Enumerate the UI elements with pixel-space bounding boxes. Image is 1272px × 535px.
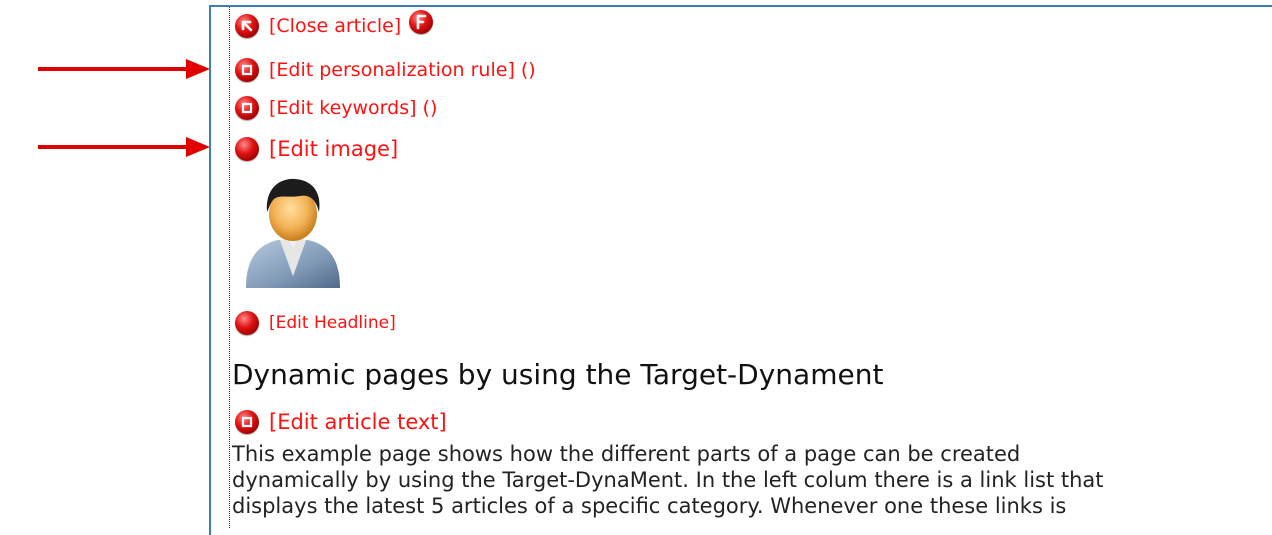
edit-keywords-row: [Edit keywords] () [235, 96, 437, 120]
edit-ball-icon[interactable] [235, 96, 259, 120]
edit-ball-icon[interactable] [235, 311, 259, 335]
edit-personalization-row: [Edit personalization rule] () [235, 58, 536, 82]
user-avatar-icon [246, 178, 340, 288]
edit-ball-icon[interactable] [235, 58, 259, 82]
article-body: This example page shows how the differen… [232, 441, 1272, 519]
edit-headline-row: [Edit Headline] [235, 311, 396, 335]
dotted-guide-line [229, 7, 230, 528]
red-arrow-icon [38, 59, 210, 79]
edit-image-row: [Edit image] [235, 137, 398, 161]
article-line: displays the latest 5 articles of a spec… [232, 494, 1067, 518]
edit-keywords-link[interactable]: [Edit keywords] () [269, 97, 437, 119]
edit-article-text-row: [Edit article text] [235, 410, 447, 434]
article-line: dynamically by using the Target-DynaMent… [232, 468, 1104, 492]
red-arrow-icon [38, 137, 210, 157]
article-line: This example page shows how the differen… [232, 442, 1021, 466]
up-left-arrow-icon[interactable] [235, 14, 259, 38]
close-article-row: [Close article] [235, 10, 434, 38]
edit-ball-icon[interactable] [235, 410, 259, 434]
edit-ball-icon[interactable] [235, 137, 259, 161]
close-article-link[interactable]: [Close article] [269, 15, 401, 37]
edit-article-text-link[interactable]: [Edit article text] [269, 410, 447, 434]
edit-image-link[interactable]: [Edit image] [269, 137, 398, 161]
edit-headline-link[interactable]: [Edit Headline] [269, 313, 396, 333]
f-letter-icon[interactable] [409, 10, 434, 34]
article-headline: Dynamic pages by using the Target-Dyname… [232, 358, 884, 391]
edit-personalization-link[interactable]: [Edit personalization rule] () [269, 59, 536, 81]
